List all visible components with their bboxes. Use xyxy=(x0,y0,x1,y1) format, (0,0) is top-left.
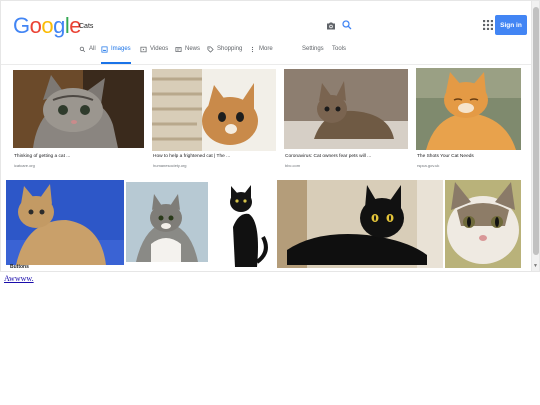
tab-videos[interactable]: Videos xyxy=(140,46,168,64)
result-caption[interactable]: How to help a frightened cat | The ... xyxy=(153,154,230,159)
result-caption[interactable]: Buttons xyxy=(10,264,29,270)
tab-label: News xyxy=(185,46,201,52)
tab-shopping[interactable]: Shopping xyxy=(207,46,242,64)
result-caption[interactable]: Thinking of getting a cat ... xyxy=(14,154,70,159)
search-input[interactable] xyxy=(75,15,357,37)
result-source: rspca.gov.uk xyxy=(417,163,440,168)
browser-viewport: Google Sign in All xyxy=(0,0,540,272)
result-image-kitten-closeup[interactable] xyxy=(445,180,521,268)
chevron-down-icon[interactable]: ▼ xyxy=(533,263,538,269)
result-image-lying-tabby[interactable] xyxy=(284,69,408,149)
awww-link[interactable]: Awwww. xyxy=(4,274,34,283)
apps-grid-icon[interactable] xyxy=(483,20,493,30)
result-image-black-cat-standing[interactable] xyxy=(211,182,275,267)
search-icon[interactable] xyxy=(341,19,353,31)
tab-label: All xyxy=(89,46,96,52)
google-logo[interactable]: Google xyxy=(13,13,82,39)
logo-letter: o xyxy=(41,13,54,38)
result-source: humanesociety.org xyxy=(153,163,187,168)
tab-label: Shopping xyxy=(217,46,243,52)
tab-label: Images xyxy=(111,46,131,52)
video-icon xyxy=(140,46,147,53)
newspaper-icon xyxy=(175,47,182,52)
tab-label: Settings xyxy=(302,46,324,52)
camera-icon[interactable] xyxy=(325,20,337,32)
sign-in-button[interactable]: Sign in xyxy=(495,15,527,35)
result-image-orange-cat[interactable] xyxy=(416,68,521,150)
result-caption[interactable]: The Shots Your Cat Needs xyxy=(417,154,474,159)
tab-news[interactable]: News xyxy=(175,46,200,64)
result-caption[interactable]: Coronavirus: Cat owners fear pets will .… xyxy=(285,154,371,159)
logo-letter: g xyxy=(53,13,65,38)
result-source: icatcare.org xyxy=(14,163,35,168)
logo-letter: G xyxy=(13,13,30,38)
more-vertical-icon xyxy=(251,46,254,53)
result-source: bbc.com xyxy=(285,163,301,168)
tab-label: More xyxy=(259,46,273,52)
tab-images[interactable]: Images xyxy=(101,46,131,64)
image-icon xyxy=(101,46,108,53)
tools-link[interactable]: Tools xyxy=(332,46,346,64)
result-image-fluffy-kitten[interactable] xyxy=(6,180,124,265)
image-results-grid: Thinking of getting a cat ... icatcare.o… xyxy=(1,65,531,271)
tab-label: Tools xyxy=(332,46,347,52)
logo-letter: o xyxy=(29,13,42,38)
search-header: Google Sign in All xyxy=(1,1,531,65)
search-icon xyxy=(79,46,86,53)
tag-icon xyxy=(207,46,214,53)
result-image-basket-kitten[interactable] xyxy=(152,69,276,151)
search-box xyxy=(75,15,357,37)
result-image-black-cat-lying[interactable] xyxy=(277,180,443,268)
vertical-scrollbar[interactable]: ▼ xyxy=(531,1,539,271)
tab-label: Videos xyxy=(150,46,169,52)
result-image-tabby-kitten[interactable] xyxy=(13,70,144,148)
tab-all[interactable]: All xyxy=(79,46,96,64)
result-image-sitting-tabby[interactable] xyxy=(126,182,208,262)
scrollbar-thumb[interactable] xyxy=(533,7,539,255)
tab-more[interactable]: More xyxy=(249,46,273,64)
settings-link[interactable]: Settings xyxy=(302,46,324,64)
